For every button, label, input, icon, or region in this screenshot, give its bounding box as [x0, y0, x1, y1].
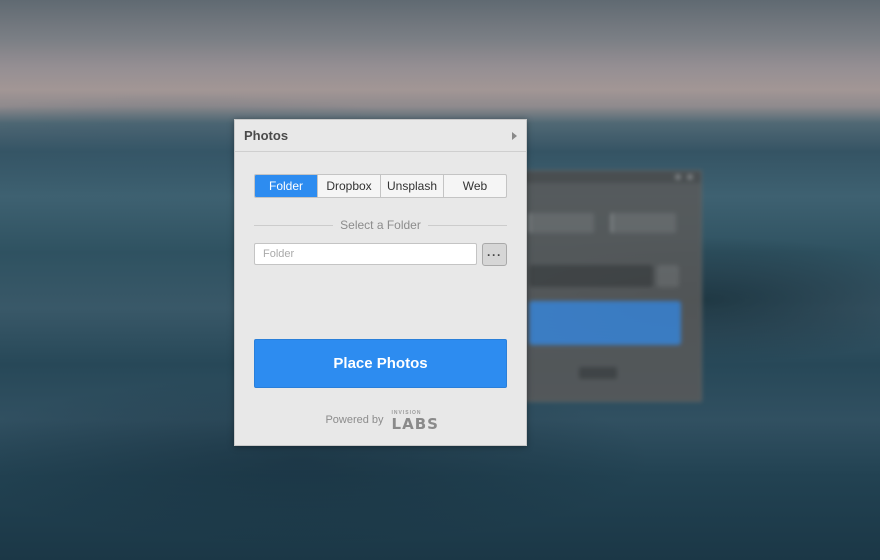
- background-panel-blurred: [500, 170, 702, 402]
- source-tabs: Folder Dropbox Unsplash Web: [254, 174, 507, 198]
- divider-line-left: [254, 224, 334, 226]
- panel-footer: Powered by INVISION LABS: [235, 410, 526, 433]
- logo-big-text: LABS: [391, 415, 439, 433]
- divider-line-right: [427, 224, 507, 226]
- powered-by-label: Powered by: [325, 414, 384, 426]
- background-panel-field-button: [657, 265, 679, 287]
- background-panel-titlebar: [501, 171, 701, 183]
- section-label: Select a Folder: [340, 218, 421, 232]
- tab-unsplash[interactable]: Unsplash: [380, 175, 443, 197]
- background-panel-logo: [579, 367, 617, 379]
- place-photos-button[interactable]: Place Photos: [254, 339, 507, 388]
- tab-web[interactable]: Web: [443, 175, 506, 197]
- panel-header: Photos: [235, 120, 526, 152]
- browse-folder-button[interactable]: ···: [482, 243, 507, 266]
- tab-dropbox[interactable]: Dropbox: [317, 175, 380, 197]
- panel-title: Photos: [244, 128, 289, 143]
- expand-arrow-icon[interactable]: [512, 131, 517, 140]
- photos-panel: Photos Folder Dropbox Unsplash Web Selec…: [234, 119, 527, 446]
- tab-folder[interactable]: Folder: [255, 175, 317, 197]
- background-panel-field: [529, 265, 653, 287]
- background-panel-controls: [675, 174, 693, 180]
- section-divider: Select a Folder: [254, 217, 507, 233]
- background-panel-primary-button: [529, 301, 681, 345]
- folder-input[interactable]: [254, 243, 477, 265]
- background-panel-tab: [529, 213, 594, 233]
- background-panel-tab: [611, 213, 676, 233]
- invision-labs-logo: INVISION LABS: [391, 410, 439, 433]
